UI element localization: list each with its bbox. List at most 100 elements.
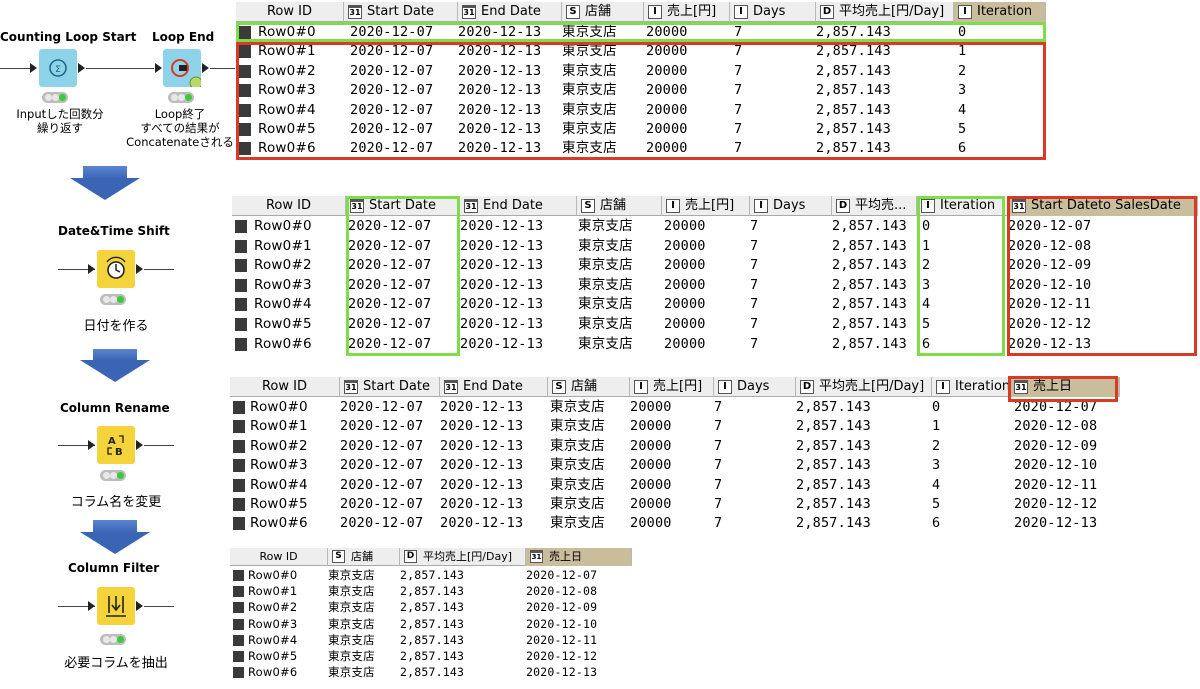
column-header[interactable]: Row ID (230, 377, 340, 397)
column-header[interactable]: D 平均売上[円/Day] (796, 377, 932, 397)
table-row[interactable]: Row0#3 2020-12-07 2020-12-13 東京支店 20000 7 2,85… (236, 81, 1046, 101)
wire (210, 68, 235, 69)
output-port[interactable] (136, 440, 143, 450)
table-cell: 20000 (646, 101, 688, 118)
table-loop-end-output: Row ID 31 Start Date 31 End Date S 店舗 I 売上[円] I Da… (236, 2, 1046, 162)
column-header[interactable]: 31 Start Date (346, 196, 460, 216)
input-port[interactable] (30, 63, 37, 73)
column-header[interactable]: S 店舗 (328, 548, 400, 566)
column-header[interactable]: I Iteration (954, 2, 1046, 22)
table-cell: 東京支店 (562, 43, 617, 60)
column-header[interactable]: 31 Start Date (344, 2, 458, 22)
table-cell: 1 (932, 418, 941, 435)
table-cell: 2,857.143 (832, 237, 907, 254)
table-row[interactable]: Row0#3 2020-12-07 2020-12-13 東京支店 20000 7 2,85… (232, 276, 1198, 296)
table-row[interactable]: Row0#2 2020-12-07 2020-12-13 東京支店 20000 7 2,85… (232, 256, 1198, 276)
row-id-cell: Row0#2 (258, 62, 316, 79)
row-id-cell: Row0#3 (254, 276, 312, 293)
table-cell: 2020-12-13 (526, 665, 598, 680)
column-header[interactable]: 31 売上日 (1010, 377, 1120, 397)
table-row[interactable]: Row0#6 2020-12-07 2020-12-13 東京支店 20000 7 2,85… (232, 335, 1198, 355)
table-row[interactable]: Row0#6 2020-12-07 2020-12-13 東京支店 20000 7 2,85… (230, 514, 1120, 534)
output-port[interactable] (136, 601, 143, 611)
table-cell: 2020-12-08 (1008, 237, 1092, 254)
table-cell: 4 (922, 296, 931, 313)
input-port[interactable] (88, 440, 95, 450)
column-header[interactable]: I 売上[円] (630, 377, 714, 397)
node-title-loop-end: Loop End (152, 30, 215, 44)
table-cell: 20000 (630, 418, 672, 435)
date-time-shift-node[interactable] (97, 250, 135, 288)
input-port[interactable] (88, 264, 95, 274)
table-row[interactable]: Row0#1 2020-12-07 2020-12-13 東京支店 20000 7 2,85… (230, 417, 1120, 437)
table-row[interactable]: Row0#1 2020-12-07 2020-12-13 東京支店 20000 7 2,85… (236, 42, 1046, 62)
column-header[interactable]: Row ID (236, 2, 344, 22)
output-port[interactable] (78, 63, 85, 73)
column-header-label: Days (753, 4, 786, 19)
column-header[interactable]: I 売上[円] (644, 2, 730, 22)
table-row[interactable]: Row0#4 2020-12-07 2020-12-13 東京支店 20000 7 2,85… (230, 476, 1120, 496)
table-cell: 2,857.143 (832, 335, 907, 352)
status-lights (100, 634, 126, 645)
table-row[interactable]: Row0#5 2020-12-07 2020-12-13 東京支店 20000 7 2,85… (236, 120, 1046, 140)
clock-shift-icon (106, 256, 126, 279)
column-header[interactable]: 31 End Date (440, 377, 548, 397)
table-cell: 2020-12-07 (350, 82, 434, 99)
row-marker (235, 278, 247, 292)
column-header-label: Row ID (265, 198, 311, 213)
table-row[interactable]: Row0#5 2020-12-07 2020-12-13 東京支店 20000 7 2,85… (230, 495, 1120, 515)
column-header[interactable]: Row ID (232, 196, 346, 216)
column-header[interactable]: I Days (730, 2, 816, 22)
column-header[interactable]: I Days (714, 377, 796, 397)
column-header[interactable]: S 店舗 (562, 2, 644, 22)
column-header[interactable]: S 店舗 (548, 377, 630, 397)
column-header-label: End Date (483, 198, 543, 213)
table-row[interactable]: Row0#2 2020-12-07 2020-12-13 東京支店 20000 7 2,85… (230, 437, 1120, 457)
input-port[interactable] (155, 63, 162, 73)
table-row[interactable]: Row0#0 2020-12-07 2020-12-13 東京支店 20000 7 2,85… (232, 217, 1198, 237)
table-cell: 2020-12-13 (440, 399, 524, 415)
column-header[interactable]: 31 売上日 (526, 548, 632, 566)
counting-loop-start-node[interactable]: Σ (39, 49, 77, 87)
table-row[interactable]: Row0#1 2020-12-07 2020-12-13 東京支店 20000 7 2,85… (232, 237, 1198, 257)
column-header-label: 平均売上[円/Day] (819, 379, 925, 394)
column-header[interactable]: D 平均売... (832, 196, 917, 216)
column-header[interactable]: 31 Start Dateto SalesDate (1008, 196, 1198, 216)
column-header[interactable]: 31 End Date (460, 196, 577, 216)
column-header-label: Start Dateto SalesDate (1031, 198, 1181, 213)
column-header[interactable]: 31 Start Date (340, 377, 440, 397)
column-header[interactable]: I Days (750, 196, 832, 216)
table-cell: 2020-12-13 (1008, 335, 1092, 352)
table-row[interactable]: Row0#4 2020-12-07 2020-12-13 東京支店 20000 7 2,85… (236, 101, 1046, 121)
table-row[interactable]: Row0#0 2020-12-07 2020-12-13 東京支店 20000 7 2,85… (236, 23, 1046, 43)
column-header[interactable]: D 平均売上[円/Day] (400, 548, 526, 566)
column-header[interactable]: I Iteration (932, 377, 1010, 397)
table-row[interactable]: Row0#6 東京支店 2,857.143 2020-12-13 (230, 664, 632, 684)
table-cell: 2,857.143 (796, 399, 871, 415)
row-marker (233, 517, 245, 531)
column-header[interactable]: I 売上[円] (662, 196, 750, 216)
column-rename-node[interactable]: A B (97, 426, 135, 464)
column-header-label: 売上[円] (653, 379, 703, 394)
column-header[interactable]: S 店舗 (577, 196, 662, 216)
table-row[interactable]: Row0#4 2020-12-07 2020-12-13 東京支店 20000 7 2,85… (232, 295, 1198, 315)
row-id-cell: Row0#0 (254, 218, 312, 234)
table-row[interactable]: Row0#3 2020-12-07 2020-12-13 東京支店 20000 7 2,85… (230, 456, 1120, 476)
table-row[interactable]: Row0#5 2020-12-07 2020-12-13 東京支店 20000 7 2,85… (232, 315, 1198, 335)
output-port[interactable] (136, 264, 143, 274)
table-cell: 東京支店 (562, 101, 617, 118)
input-port[interactable] (88, 601, 95, 611)
table-row[interactable]: Row0#2 2020-12-07 2020-12-13 東京支店 20000 7 2,85… (236, 62, 1046, 82)
column-header[interactable]: 31 End Date (458, 2, 562, 22)
table-cell: 2,857.143 (796, 418, 871, 435)
table-row[interactable]: Row0#0 2020-12-07 2020-12-13 東京支店 20000 7 2,85… (230, 398, 1120, 418)
loop-end-node[interactable] (163, 49, 203, 90)
row-id-cell: Row0#3 (248, 616, 298, 631)
column-header[interactable]: Row ID (230, 548, 328, 566)
output-port[interactable] (202, 63, 209, 73)
table-row[interactable]: Row0#6 2020-12-07 2020-12-13 東京支店 20000 7 2,85… (236, 139, 1046, 159)
row-id-cell: Row0#6 (248, 665, 298, 680)
column-filter-node[interactable] (97, 587, 135, 625)
column-header[interactable]: D 平均売上[円/Day] (816, 2, 954, 22)
column-header[interactable]: I Iteration (917, 196, 1008, 216)
